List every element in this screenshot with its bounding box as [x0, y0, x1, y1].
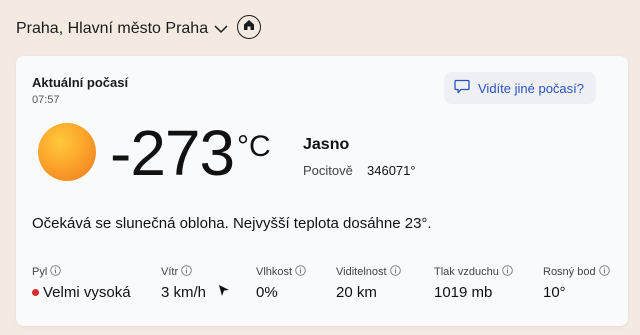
home-button[interactable] — [237, 15, 261, 39]
current-weather-card: Aktuální počasí 07:57 Vidíte jiné počasí… — [16, 56, 628, 326]
temperature-value: -273 — [110, 117, 235, 189]
metric-pressure: Tlak vzduchu 1019 mb — [434, 264, 513, 301]
pollen-status-dot — [32, 289, 39, 296]
metric-pollen: Pyl Velmi vysoká — [32, 264, 131, 301]
metric-label: Vítr — [161, 266, 179, 278]
metric-label: Vlhkost — [256, 266, 293, 278]
info-icon[interactable] — [598, 265, 610, 279]
info-icon[interactable] — [181, 265, 192, 279]
info-icon[interactable] — [50, 265, 62, 279]
header: Praha, Hlavní město Praha — [16, 14, 228, 44]
forecast-summary: Očekává se slunečná obloha. Nejvyšší tep… — [32, 215, 432, 232]
metric-label: Pyl — [32, 266, 48, 278]
metric-value: Velmi vysoká — [43, 284, 131, 301]
chat-icon — [454, 79, 478, 97]
sun-icon — [38, 123, 96, 181]
metric-label: Tlak vzduchu — [434, 266, 499, 278]
feels-like-value: 346071° — [367, 163, 416, 178]
other-weather-label: Vidíte jiné počasí? — [478, 80, 584, 96]
feels-like-label: Pocitově — [303, 163, 353, 178]
info-icon[interactable] — [295, 265, 306, 279]
chevron-down-icon — [214, 21, 228, 39]
current-weather-title: Aktuální počasí — [32, 75, 129, 90]
metric-label: Rosný bod — [543, 266, 596, 278]
metric-value: 10° — [543, 284, 566, 301]
other-weather-button[interactable]: Vidíte jiné počasí? — [444, 72, 596, 104]
home-icon — [243, 18, 255, 36]
location-name: Praha, Hlavní město Praha — [16, 20, 209, 37]
location-selector[interactable]: Praha, Hlavní město Praha — [16, 19, 228, 39]
info-icon[interactable] — [502, 265, 513, 279]
metric-label: Viditelnost — [336, 266, 387, 278]
metric-value: 1019 mb — [434, 284, 493, 301]
temperature-unit: °C — [237, 130, 271, 163]
weather-condition: Jasno — [303, 136, 350, 153]
metric-wind: Vítr 3 km/h — [161, 264, 230, 301]
metric-dew-point: Rosný bod 10° — [543, 264, 610, 301]
metric-humidity: Vlhkost 0% — [256, 264, 306, 301]
metric-value: 20 km — [336, 284, 377, 301]
info-icon[interactable] — [389, 265, 401, 279]
arrow-icon — [218, 284, 230, 301]
metric-value: 3 km/h — [161, 284, 207, 301]
current-weather-time: 07:57 — [32, 94, 60, 106]
metric-visibility: Viditelnost 20 km — [336, 264, 401, 301]
metric-value: 0% — [256, 284, 278, 301]
